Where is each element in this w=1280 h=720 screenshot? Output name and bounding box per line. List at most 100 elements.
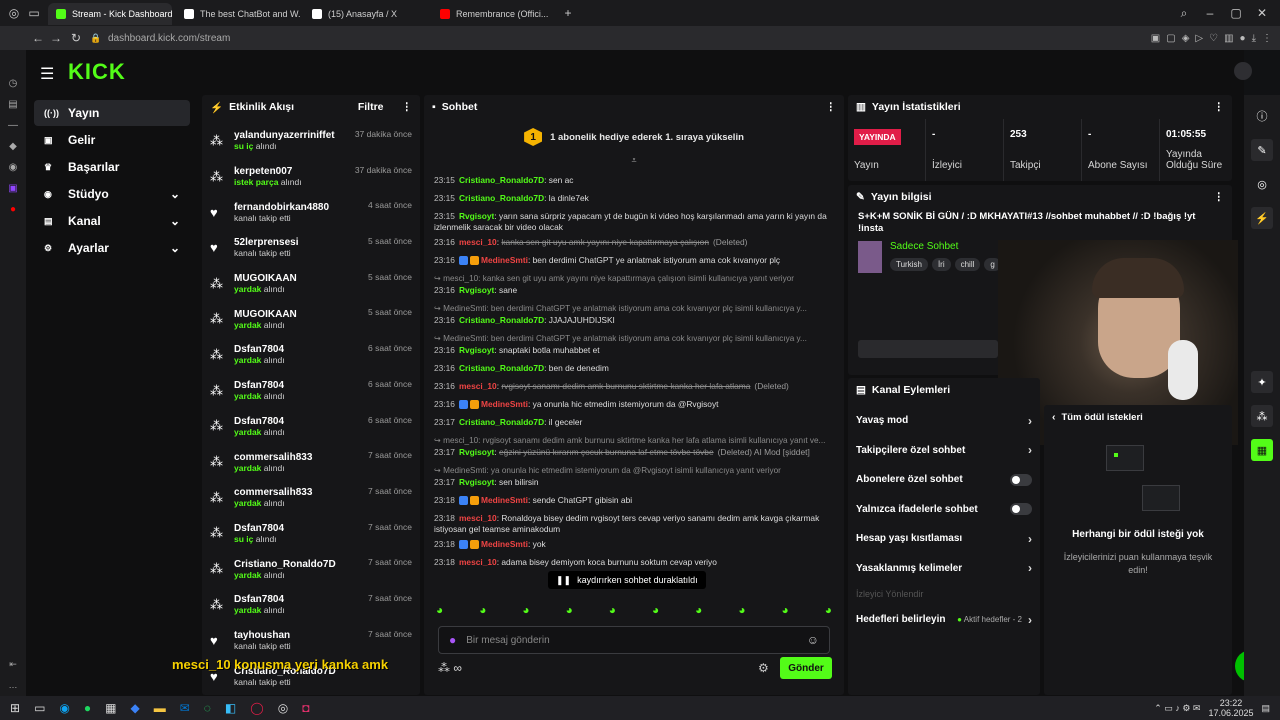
chat-username[interactable]: mesci_10 (459, 513, 497, 523)
stats-more-icon[interactable]: ⋮ (1214, 101, 1225, 113)
avatar[interactable] (1234, 62, 1252, 80)
more-icon[interactable]: ⋮ (1262, 33, 1272, 44)
chat-message[interactable]: 23:16 Rvgisoyt: sane (424, 285, 844, 299)
task-view-icon[interactable]: ▭ (34, 701, 45, 715)
download-icon[interactable]: ⤓ (1252, 33, 1256, 44)
clip-tool-icon[interactable]: ▦ (1251, 439, 1273, 461)
activity-item[interactable]: ⁂ Dsfan7804 su iç alındı 7 saat önce (202, 516, 420, 552)
back-icon[interactable]: ← (30, 30, 46, 46)
info-more-icon[interactable]: ⋮ (1214, 191, 1225, 203)
kick-side-icon[interactable]: ◆ (9, 141, 17, 152)
emote-icon[interactable]: ◕ (825, 603, 832, 619)
activity-item[interactable]: ♥ 52lerprensesi kanalı takip etti 5 saat ön… (202, 230, 420, 266)
twitch-icon[interactable]: ▣ (8, 183, 17, 194)
chat-message[interactable]: 23:15 Cristiano_Ronaldo7D: sen ac (424, 175, 844, 189)
emoji-icon[interactable]: ☺ (807, 633, 819, 647)
collapse-icon[interactable]: ⇤ (0, 659, 26, 670)
emote-icon[interactable]: ◕ (566, 603, 573, 619)
rewards-header[interactable]: ‹ Tüm ödül istekleri (1044, 405, 1232, 429)
chat-message[interactable]: 23:18 mesci_10: adama bisey demiyom koca … (424, 557, 844, 571)
folder-icon[interactable]: ▬ (154, 701, 166, 715)
chat-message[interactable]: 23:16 Cristiano_Ronaldo7D: JJAJAJUHDIJSKI (424, 315, 844, 329)
chat-message[interactable]: 23:16 MedineSmti: ben derdimi ChatGPT ye … (424, 255, 844, 269)
share-tool-icon[interactable]: ⁂ (1251, 405, 1273, 427)
chat-settings-icon[interactable]: ⚙ (758, 661, 769, 675)
emote-icon[interactable]: ◕ (609, 603, 616, 619)
new-tab-icon[interactable]: + (560, 5, 576, 21)
sidebar-item-ayarlar[interactable]: ⚙ Ayarlar ⌄ (34, 235, 190, 261)
pinned-toggle-icon[interactable]: ⩡ (424, 155, 844, 169)
tab-overview-icon[interactable]: ▭ (26, 5, 42, 21)
chat-message[interactable]: 23:17 Rvgisoyt: eğzini yüzünü kırarım çoc… (424, 447, 844, 461)
chat-input[interactable]: ● Bir mesaj gönderin ☺ (438, 626, 830, 654)
chat-username[interactable]: Cristiano_Ronaldo7D (459, 315, 544, 325)
bag-icon[interactable]: ▤ (8, 99, 17, 110)
chat-username[interactable]: MedineSmti (481, 399, 528, 409)
chat-username[interactable]: MedineSmti (481, 495, 528, 505)
app-icon[interactable]: ◆ (130, 701, 139, 715)
chat-message[interactable]: 23:18 MedineSmti: yok (424, 539, 844, 553)
chat-username[interactable]: Cristiano_Ronaldo7D (459, 193, 544, 203)
url-text[interactable]: dashboard.kick.com/stream (108, 33, 230, 44)
start-icon[interactable]: ⊞ (10, 701, 20, 715)
minimize-icon[interactable]: – (1202, 5, 1218, 21)
category-name[interactable]: Sadece Sohbet (890, 241, 1005, 252)
send-button[interactable]: Gönder (780, 657, 832, 679)
notifications-icon[interactable]: ▤ (1261, 703, 1270, 714)
tools-tool-icon[interactable]: ✦ (1251, 371, 1273, 393)
channel-action-item[interactable]: Yasaklanmış kelimeler › (848, 554, 1040, 584)
restore-icon[interactable]: ▢ (1228, 5, 1244, 21)
activity-item[interactable]: ⁂ commersalih833 yardak alındı 7 saat önce (202, 444, 420, 480)
chat-username[interactable]: Rvgisoyt (459, 345, 494, 355)
sub-goal-banner[interactable]: 1 1 abonelik hediye ederek 1. sıraya yük… (424, 119, 844, 155)
activity-more-icon[interactable]: ⋮ (402, 101, 413, 113)
emote-icon[interactable]: ◕ (479, 603, 486, 619)
youtube-side-icon[interactable]: ● (10, 204, 16, 215)
clock-time[interactable]: 23:22 (1208, 698, 1253, 708)
edit-stream-info-button[interactable] (858, 340, 998, 358)
activity-item[interactable]: ⁂ kerpeten007 istek parça alındı 37 dakika … (202, 159, 420, 195)
outlook-icon[interactable]: ✉ (180, 701, 190, 715)
globe-icon[interactable]: ◉ (9, 162, 18, 173)
chat-message[interactable]: 23:15 Cristiano_Ronaldo7D: la dinle7ek (424, 193, 844, 207)
channel-action-item[interactable]: Takipçilere özel sohbet › (848, 436, 1040, 466)
chat-username[interactable]: Rvgisoyt (459, 477, 494, 487)
screen-tool-icon[interactable]: ◎ (1251, 173, 1273, 195)
toggle-switch[interactable] (1010, 473, 1032, 486)
sidebar-item-stüdyo[interactable]: ◉ Stüdyo ⌄ (34, 181, 190, 207)
photoshop-icon[interactable]: ◧ (225, 701, 236, 715)
back-chevron-icon[interactable]: ‹ (1052, 411, 1056, 423)
kick-logo[interactable]: KICK (68, 59, 126, 85)
chat-username[interactable]: Cristiano_Ronaldo7D (459, 175, 544, 185)
activity-item[interactable]: ⁂ Cristiano_Ronaldo7D yardak alındı 7 saat … (202, 551, 420, 587)
spotify-icon[interactable]: ● (84, 701, 91, 715)
chat-message[interactable]: 23:15 Rvgisoyt: yarın sana sürpriz yapaca… (424, 211, 844, 233)
obs-icon[interactable]: ◎ (278, 701, 288, 715)
activity-item[interactable]: ⁂ yalandunyazerriniffet su iç alındı 37 dak… (202, 123, 420, 159)
activity-item[interactable]: ♥ fernandobirkan4880 kanalı takip etti 4 sa… (202, 194, 420, 230)
hamburger-menu-icon[interactable]: ☰ (40, 64, 54, 84)
emote-icon[interactable]: ◕ (436, 603, 443, 619)
emote-icon[interactable]: ◕ (695, 603, 702, 619)
activity-item[interactable]: ⁂ Dsfan7804 yardak alındı 6 saat önce (202, 337, 420, 373)
capture-icon[interactable]: ▢ (1166, 33, 1175, 44)
stream-tag[interactable]: İri (931, 258, 951, 271)
infinity-icon[interactable]: ∞ (453, 661, 462, 675)
activity-item[interactable]: ⁂ Dsfan7804 yardak alındı 7 saat önce (202, 587, 420, 623)
activity-item[interactable]: ♥ tayhoushan kanalı takip etti 7 saat önce (202, 623, 420, 659)
chat-message[interactable]: 23:17 Rvgisoyt: sen bilirsin (424, 477, 844, 491)
chat-more-icon[interactable]: ⋮ (826, 101, 837, 113)
play-icon[interactable]: ▷ (1195, 33, 1203, 44)
channel-action-item[interactable]: Yavaş mod › (848, 406, 1040, 436)
chat-message[interactable]: 23:17 Cristiano_Ronaldo7D: il geceler (424, 417, 844, 431)
chat-message[interactable]: 23:18 mesci_10: Ronaldoya bisey dedim rvg… (424, 513, 844, 535)
chat-username[interactable]: mesci_10 (459, 557, 497, 567)
tray-icons[interactable]: ⌃ ▭ ♪ ⚙ ✉ (1154, 703, 1200, 714)
mic-icon[interactable]: ● (449, 633, 456, 647)
sidebar-item-gelir[interactable]: ▣ Gelir (34, 127, 190, 153)
chat-message[interactable]: 23:16 mesci_10: rvgisoyt sanamı dedim amk… (424, 381, 844, 395)
users-icon[interactable]: ⁂ (438, 661, 450, 675)
extension-icon[interactable]: ▣ (1151, 33, 1160, 44)
search-icon[interactable]: ⌕ (1176, 5, 1192, 21)
chat-username[interactable]: Cristiano_Ronaldo7D (459, 363, 544, 373)
